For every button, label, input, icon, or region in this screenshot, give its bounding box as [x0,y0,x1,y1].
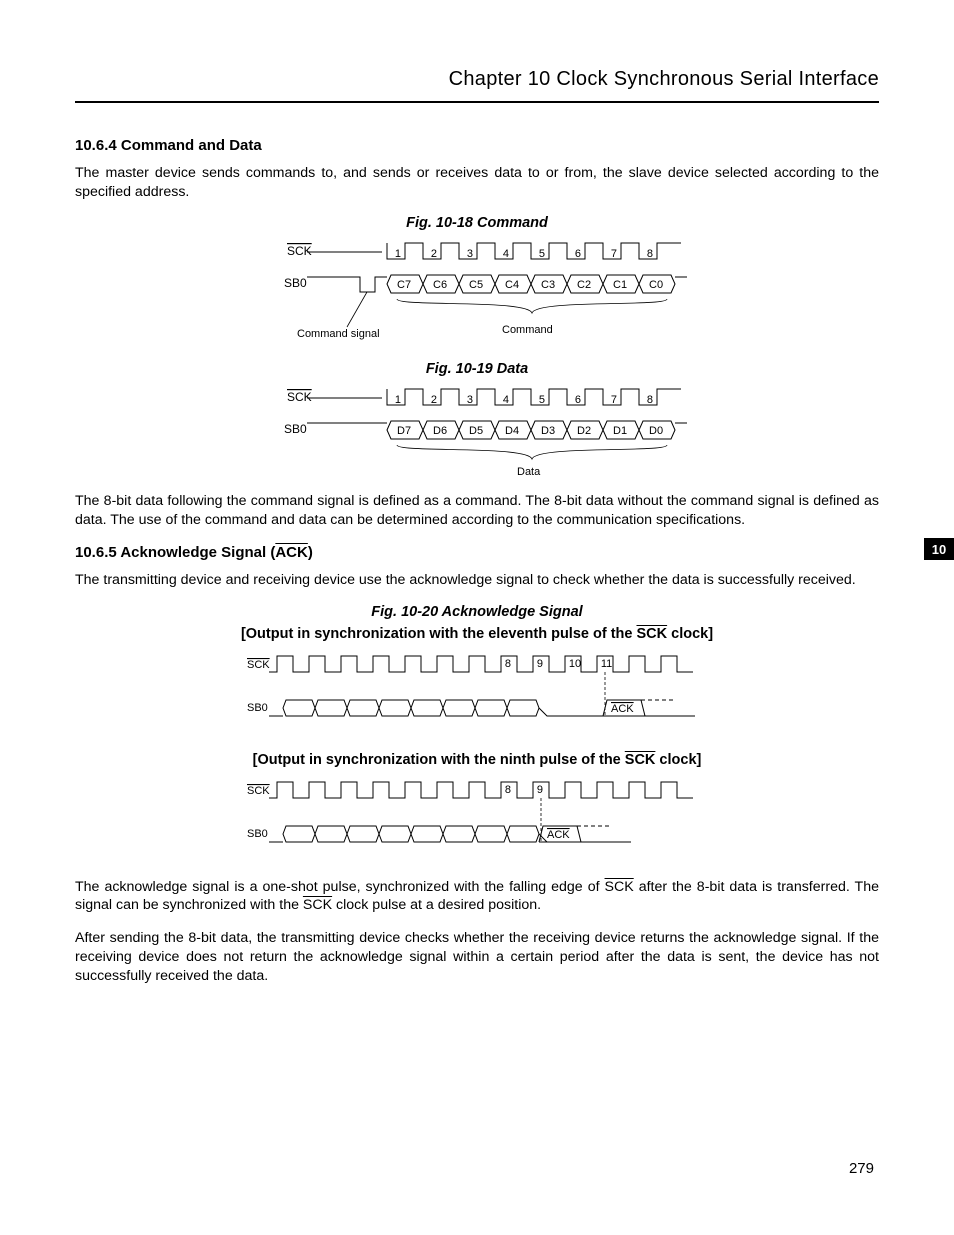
sck-label: SCK [247,659,270,671]
section-heading-10-6-4: 10.6.4 Command and Data [75,137,879,154]
svg-text:9: 9 [537,658,543,670]
svg-text:D4: D4 [505,425,519,437]
fig-10-20-diagram-a: SCK 8 9 10 11 SB0 ACK [75,648,879,738]
svg-text:8: 8 [647,394,653,406]
svg-text:D5: D5 [469,425,483,437]
fig-10-20-diagram-b: SCK 8 9 SB0 ACK [75,774,879,864]
svg-text:6: 6 [575,394,581,406]
sck-label: SCK [247,785,270,797]
svg-text:C5: C5 [469,279,483,291]
svg-text:3: 3 [467,248,473,260]
sck-label: SCK [287,244,312,258]
svg-text:3: 3 [467,394,473,406]
svg-text:D0: D0 [649,425,663,437]
svg-text:D2: D2 [577,425,591,437]
svg-text:1: 1 [395,394,401,406]
svg-text:10: 10 [569,658,581,670]
fig-10-19-diagram: SCK 1 2 3 4 5 6 7 8 SB0 D7 D6 D5 D4 D3 D2 D1 D0 Data [75,383,879,478]
svg-text:8: 8 [505,658,511,670]
svg-text:8: 8 [647,248,653,260]
svg-text:ACK: ACK [547,829,570,841]
chapter-title: Chapter 10 Clock Synchronous Serial Inte… [75,68,879,91]
svg-text:5: 5 [539,394,545,406]
svg-text:C1: C1 [613,279,627,291]
svg-text:7: 7 [611,248,617,260]
svg-text:2: 2 [431,394,437,406]
sb0-label: SB0 [247,702,268,714]
command-label: Command [502,324,553,336]
command-signal-label: Command signal [297,328,380,340]
svg-text:11: 11 [601,658,612,670]
svg-text:D1: D1 [613,425,627,437]
svg-text:D3: D3 [541,425,555,437]
fig-10-19-caption: Fig. 10-19 Data [75,361,879,377]
para-10-6-5-1: The transmitting device and receiving de… [75,571,879,590]
para-10-6-4-1: The master device sends commands to, and… [75,164,879,201]
fig-10-20-sub1: [Output in synchronization with the elev… [75,626,879,642]
sb0-label: SB0 [284,422,307,436]
svg-text:C7: C7 [397,279,411,291]
svg-text:2: 2 [431,248,437,260]
svg-text:D6: D6 [433,425,447,437]
svg-text:4: 4 [503,248,509,260]
fig-10-20-caption: Fig. 10-20 Acknowledge Signal [75,604,879,620]
svg-text:C0: C0 [649,279,663,291]
svg-text:1: 1 [395,248,401,260]
svg-text:C6: C6 [433,279,447,291]
para-10-6-5-2: The acknowledge signal is a one-shot pul… [75,878,879,915]
svg-text:ACK: ACK [611,703,634,715]
para-10-6-5-3: After sending the 8-bit data, the transm… [75,929,879,985]
svg-text:7: 7 [611,394,617,406]
data-label: Data [517,466,541,478]
sb0-label: SB0 [247,828,268,840]
header-rule [75,101,879,103]
svg-text:6: 6 [575,248,581,260]
fig-10-18-diagram: SCK 1 2 3 4 5 6 7 8 SB0 C7 C6 C5 C4 C3 C2 C1 C0 Comman… [75,237,879,347]
section-heading-10-6-5: 10.6.5 Acknowledge Signal (ACK) [75,544,879,561]
para-10-6-4-2: The 8-bit data following the command sig… [75,492,879,529]
svg-text:C2: C2 [577,279,591,291]
svg-text:9: 9 [537,784,543,796]
side-tab: 10 [924,538,954,560]
svg-text:D7: D7 [397,425,411,437]
svg-text:C3: C3 [541,279,555,291]
page-number: 279 [849,1160,874,1177]
svg-text:C4: C4 [505,279,519,291]
svg-text:8: 8 [505,784,511,796]
svg-text:5: 5 [539,248,545,260]
sck-label: SCK [287,390,312,404]
fig-10-20-sub2: [Output in synchronization with the nint… [75,752,879,768]
svg-text:4: 4 [503,394,509,406]
fig-10-18-caption: Fig. 10-18 Command [75,215,879,231]
sb0-label: SB0 [284,276,307,290]
